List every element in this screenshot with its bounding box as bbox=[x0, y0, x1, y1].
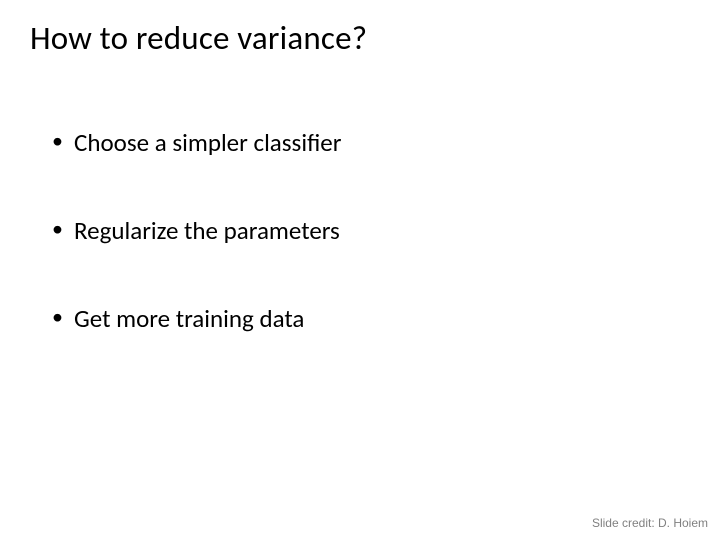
bullet-item: Regularize the parameters bbox=[50, 216, 690, 246]
slide-credit: Slide credit: D. Hoiem bbox=[592, 516, 708, 530]
bullet-item: Choose a simpler classifier bbox=[50, 128, 690, 158]
bullet-list: Choose a simpler classifier Regularize t… bbox=[30, 128, 690, 334]
slide-title: How to reduce variance? bbox=[30, 18, 690, 58]
slide-container: How to reduce variance? Choose a simpler… bbox=[0, 0, 720, 540]
bullet-item: Get more training data bbox=[50, 304, 690, 334]
